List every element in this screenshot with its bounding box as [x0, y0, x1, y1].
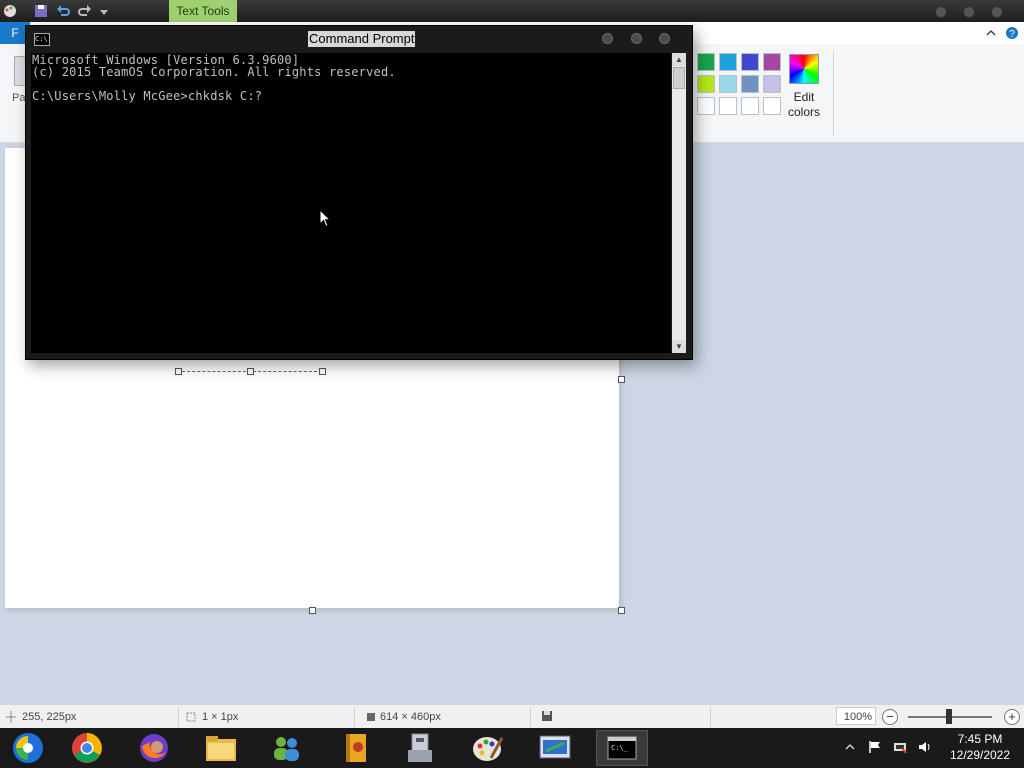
scroll-down-arrow-icon[interactable]: ▼ — [672, 340, 686, 353]
system-clock[interactable]: 7:45 PM 12/29/2022 — [940, 731, 1020, 763]
clock-date: 12/29/2022 — [949, 748, 1011, 762]
color-swatch[interactable] — [763, 97, 781, 115]
zoom-level[interactable]: 100% — [836, 707, 876, 725]
cursor-position-icon — [6, 711, 16, 723]
clock-time: 7:45 PM — [957, 732, 1003, 746]
color-swatch[interactable] — [719, 53, 737, 71]
color-swatch[interactable] — [741, 75, 759, 93]
mouse-pointer-icon — [319, 209, 331, 228]
color-swatch[interactable] — [763, 53, 781, 71]
cmd-close-button[interactable] — [659, 33, 670, 44]
help-icon[interactable]: ? — [1005, 26, 1019, 40]
selection-handle[interactable] — [319, 368, 326, 375]
maximize-button[interactable] — [963, 6, 975, 18]
edit-colors-icon[interactable] — [789, 54, 819, 84]
image-size: 614 × 460px — [380, 711, 441, 723]
color-swatch[interactable] — [697, 97, 715, 115]
text-tools-tab[interactable]: Text Tools — [169, 0, 237, 22]
svg-text:?: ? — [1009, 29, 1015, 40]
console-prompt-line: C:\Users\Molly McGee>chkdsk C:? — [32, 89, 263, 103]
action-center-flag-icon[interactable] — [868, 740, 882, 754]
zoom-slider-thumb[interactable] — [946, 709, 952, 724]
zoom-out-button[interactable]: − — [882, 709, 898, 725]
cmd-minimize-button[interactable] — [602, 33, 613, 44]
status-divider — [530, 707, 531, 727]
zoom-in-button[interactable]: + — [1004, 709, 1020, 725]
cmd-titlebar[interactable]: C:\ Command Prompt — [26, 26, 692, 52]
redo-icon[interactable] — [77, 3, 93, 19]
command-prompt-icon: C:\_ — [607, 736, 637, 760]
paint-app-icon[interactable] — [2, 3, 18, 19]
network-icon[interactable] — [893, 740, 907, 754]
remote-desktop-icon — [539, 735, 571, 759]
selection-handle[interactable] — [175, 368, 182, 375]
cmd-window-title: Command Prompt — [308, 31, 416, 47]
media-center-icon — [13, 733, 43, 763]
status-divider — [710, 707, 711, 727]
color-swatch[interactable] — [763, 75, 781, 93]
paint-palette-icon — [473, 737, 504, 761]
messenger-icon — [274, 737, 299, 761]
selection-handle[interactable] — [247, 368, 254, 375]
status-divider — [354, 707, 355, 727]
taskbar-firefox[interactable] — [128, 730, 180, 766]
system-tool-icon — [408, 733, 432, 762]
color-swatch[interactable] — [697, 75, 715, 93]
cmd-maximize-button[interactable] — [631, 33, 642, 44]
scroll-up-arrow-icon[interactable]: ▲ — [672, 53, 686, 66]
status-divider — [178, 707, 179, 727]
archive-book-icon — [346, 734, 366, 762]
canvas-resize-handle-corner[interactable] — [618, 607, 625, 614]
cursor-position: 255, 225px — [22, 711, 77, 723]
selection-size-icon — [186, 712, 196, 722]
color-swatch[interactable] — [741, 53, 759, 71]
taskbar: C:\_ 7:45 PM 12/29/2022 — [0, 728, 1024, 768]
save-icon[interactable] — [33, 3, 49, 19]
taskbar-remote-desktop[interactable] — [529, 730, 581, 766]
close-button[interactable] — [991, 6, 1003, 18]
undo-icon[interactable] — [55, 3, 71, 19]
taskbar-command-prompt[interactable]: C:\_ — [596, 730, 648, 766]
paste-label[interactable]: Pa — [12, 92, 25, 104]
folder-icon — [206, 736, 236, 761]
taskbar-archive-viewer[interactable] — [330, 730, 382, 766]
taskbar-paint[interactable] — [462, 730, 514, 766]
canvas-resize-handle-bottom[interactable] — [309, 607, 316, 614]
color-swatch[interactable] — [719, 75, 737, 93]
command-prompt-window[interactable]: C:\ Command Prompt Microsoft Windows [Ve… — [25, 25, 693, 360]
status-bar: 255, 225px 1 × 1px 614 × 460px 100% − + — [0, 704, 1024, 729]
cmd-console-output[interactable]: Microsoft Windows [Version 6.3.9600] (c)… — [31, 53, 671, 353]
selection-size: 1 × 1px — [202, 711, 239, 723]
image-size-icon — [367, 713, 375, 721]
taskbar-system-tool[interactable] — [394, 730, 446, 766]
taskbar-messenger[interactable] — [260, 730, 312, 766]
taskbar-file-explorer[interactable] — [195, 730, 247, 766]
paint-titlebar: Text Tools — [0, 0, 1024, 22]
cmd-app-icon[interactable]: C:\ — [34, 33, 50, 46]
minimize-button[interactable] — [935, 6, 947, 18]
firefox-icon — [140, 734, 168, 762]
chrome-icon — [72, 733, 102, 763]
taskbar-media-center[interactable] — [2, 730, 54, 766]
file-size-icon — [542, 711, 552, 721]
customize-qat-icon[interactable] — [96, 3, 112, 19]
scroll-thumb[interactable] — [673, 67, 685, 89]
console-line: (c) 2015 TeamOS Corporation. All rights … — [32, 65, 396, 79]
cmd-scrollbar[interactable]: ▲ ▼ — [672, 53, 686, 353]
collapse-ribbon-icon[interactable] — [985, 27, 997, 39]
svg-text:C:\_: C:\_ — [611, 744, 629, 752]
color-swatch[interactable] — [741, 97, 759, 115]
show-hidden-icons-icon[interactable] — [845, 742, 855, 752]
canvas-resize-handle-right[interactable] — [618, 376, 625, 383]
edit-colors-button[interactable]: Edit colors — [784, 90, 824, 120]
color-swatch[interactable] — [697, 53, 715, 71]
taskbar-chrome[interactable] — [61, 730, 113, 766]
color-swatch[interactable] — [719, 97, 737, 115]
ribbon-divider — [833, 50, 834, 136]
volume-icon[interactable] — [918, 740, 932, 754]
